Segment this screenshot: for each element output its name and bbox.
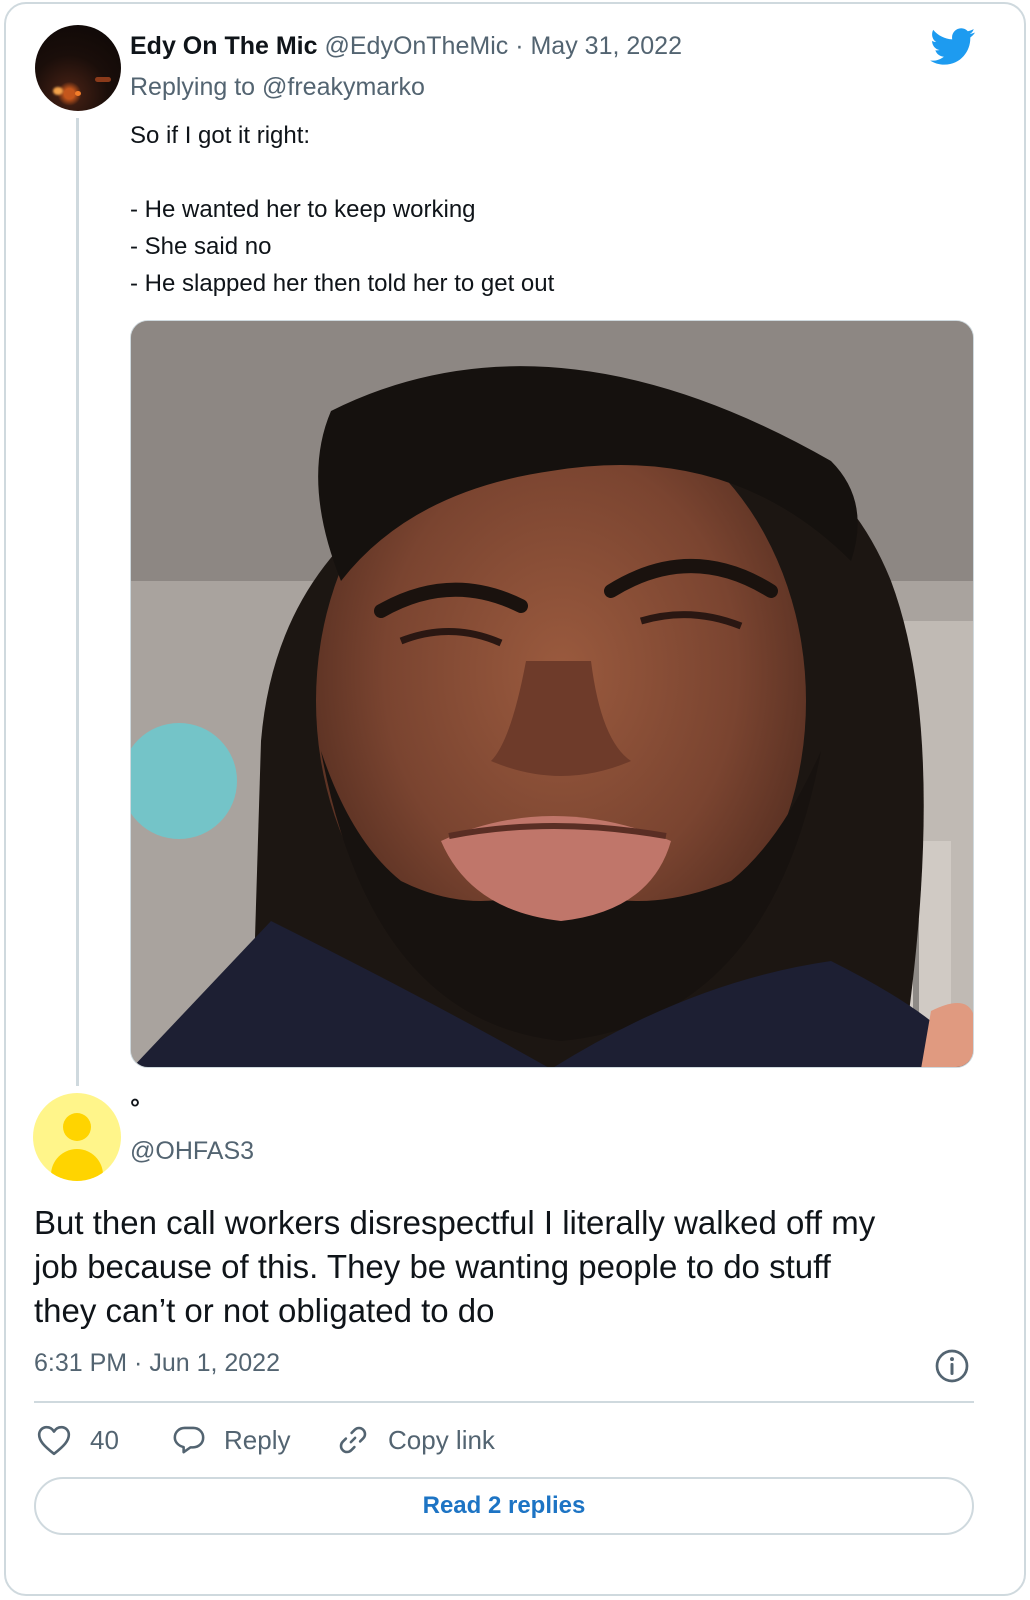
reply-label: Reply bbox=[224, 1424, 291, 1455]
tweet-date[interactable]: May 31, 2022 bbox=[530, 32, 682, 60]
tweet-timestamp[interactable]: 6:31 PM · Jun 1, 2022 bbox=[34, 1349, 280, 1378]
divider bbox=[34, 1401, 974, 1403]
tweet-text-line: - He wanted her to keep working bbox=[130, 196, 476, 223]
twitter-bird-icon[interactable] bbox=[930, 28, 976, 66]
avatar[interactable] bbox=[35, 25, 121, 111]
tweet-text-line: - He slapped her then told her to get ou… bbox=[130, 270, 555, 297]
photo-illustration bbox=[131, 321, 973, 1067]
thread-connector bbox=[76, 118, 79, 1086]
reply-bubble-icon bbox=[173, 1426, 205, 1454]
reply-button[interactable]: Reply bbox=[172, 1420, 290, 1460]
heart-icon bbox=[37, 1425, 71, 1456]
copy-link-label: Copy link bbox=[388, 1424, 495, 1455]
tweet-text-line: - She said no bbox=[130, 233, 272, 260]
tweet-text-line: So if I got it right: bbox=[130, 122, 311, 149]
avatar[interactable] bbox=[33, 1093, 121, 1181]
reply-tweet-text: But then call workers disrespectful I li… bbox=[34, 1201, 984, 1333]
parent-tweet-header: Edy On The Mic @EdyOnTheMic · May 31, 20… bbox=[130, 32, 682, 61]
replying-to[interactable]: Replying to @freakymarko bbox=[130, 73, 425, 102]
parent-tweet-text: So if I got it right: - He wanted her to… bbox=[130, 117, 554, 302]
tweet-text-line bbox=[130, 154, 554, 191]
like-count: 40 bbox=[90, 1424, 119, 1455]
link-icon bbox=[339, 1426, 367, 1454]
separator-dot: · bbox=[515, 32, 524, 60]
author-handle[interactable]: @OHFAS3 bbox=[130, 1137, 254, 1166]
tweet-text-line: But then call workers disrespectful I li… bbox=[34, 1204, 876, 1241]
read-replies-button[interactable]: Read 2 replies bbox=[34, 1477, 974, 1535]
tweet-text-line: job because of this. They be wanting peo… bbox=[34, 1248, 831, 1285]
info-icon[interactable] bbox=[934, 1348, 970, 1384]
tweet-text-line: they can’t or not obligated to do bbox=[34, 1292, 495, 1329]
like-button[interactable]: 40 bbox=[36, 1420, 119, 1460]
author-name[interactable]: ° bbox=[130, 1094, 140, 1123]
author-name[interactable]: Edy On The Mic bbox=[130, 32, 318, 60]
tweet-media-photo[interactable] bbox=[130, 320, 974, 1068]
author-handle[interactable]: @EdyOnTheMic bbox=[324, 32, 508, 60]
copy-link-button[interactable]: Copy link bbox=[336, 1420, 495, 1460]
action-bar: 40 Reply Copy link bbox=[34, 1420, 974, 1460]
